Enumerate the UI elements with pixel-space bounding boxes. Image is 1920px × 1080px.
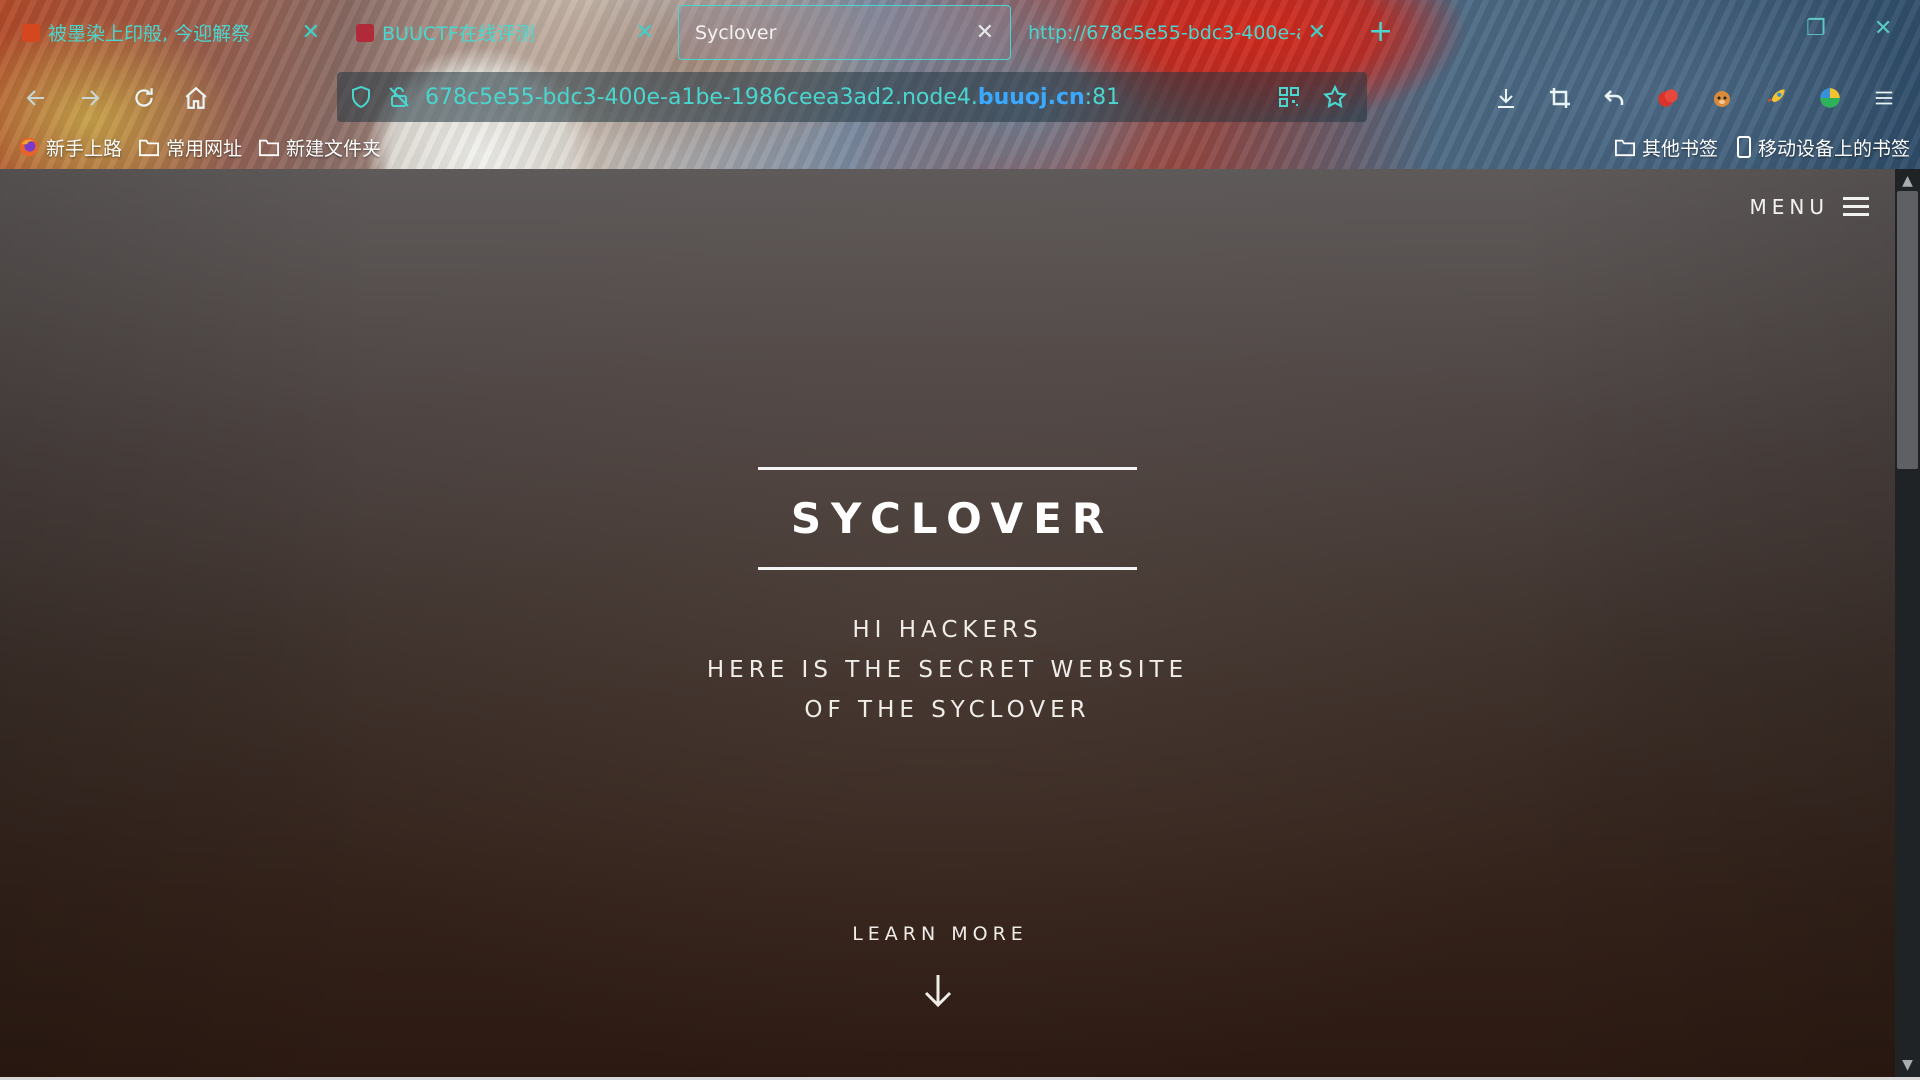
shield-icon[interactable] xyxy=(349,85,373,109)
home-icon xyxy=(185,86,207,109)
screenshot-crop-icon[interactable] xyxy=(1544,82,1576,114)
bookmark-folder-other[interactable]: 其他书签 xyxy=(1614,134,1718,160)
scrollbar[interactable]: ▲ ▼ xyxy=(1895,169,1920,1077)
tab-title: BUUCTF在线评测 xyxy=(382,23,535,45)
hero-subtitle-line: OF THE SYCLOVER xyxy=(804,697,1091,723)
home-button[interactable] xyxy=(180,82,212,114)
arrow-down-icon[interactable] xyxy=(920,971,956,1011)
close-icon[interactable]: ✕ xyxy=(976,20,994,45)
bookmark-folder[interactable]: 新建文件夹 xyxy=(258,134,381,160)
tab-2[interactable]: BUUCTF在线评测 ✕ xyxy=(340,5,670,60)
page-content: MENU SYCLOVER HI HACKERS HERE IS THE SEC… xyxy=(0,169,1895,1077)
close-icon[interactable]: ✕ xyxy=(1308,20,1326,45)
hero-title-box: SYCLOVER xyxy=(758,467,1137,570)
mobile-icon xyxy=(1737,136,1751,158)
learn-more-link[interactable]: LEARN MORE xyxy=(0,923,1880,945)
reload-button[interactable] xyxy=(128,82,160,114)
hamburger-icon xyxy=(1843,197,1869,217)
close-window-icon[interactable]: ✕ xyxy=(1874,16,1892,41)
close-icon[interactable]: ✕ xyxy=(302,20,320,45)
forward-button[interactable] xyxy=(74,82,106,114)
tab-favicon-icon xyxy=(356,23,374,42)
hero-subtitle-line: HERE IS THE SECRET WEBSITE xyxy=(706,657,1189,683)
insecure-lock-icon[interactable] xyxy=(387,85,411,109)
bookmark-item[interactable]: 新手上路 xyxy=(18,134,122,160)
close-icon[interactable]: ✕ xyxy=(636,20,654,45)
download-icon[interactable] xyxy=(1490,82,1522,114)
firefox-icon xyxy=(19,137,39,157)
url-text[interactable]: 678c5e55-bdc3-400e-a1be-1986ceea3ad2.nod… xyxy=(425,85,1275,110)
back-button[interactable] xyxy=(20,82,52,114)
undo-close-tab-icon[interactable] xyxy=(1598,82,1630,114)
tab-title: http://678c5e55-bdc3-400e-a1b xyxy=(1028,21,1300,44)
reload-icon xyxy=(135,88,153,107)
arrow-right-icon xyxy=(82,90,100,106)
folder-icon xyxy=(139,139,159,157)
bookmark-folder[interactable]: 常用网址 xyxy=(138,134,242,160)
browser-chrome: 被墨染上印般, 今迎解祭 ✕ BUUCTF在线评测 ✕ Syclover ✕ h… xyxy=(0,0,1920,169)
page-title: SYCLOVER xyxy=(790,494,1115,543)
extension-rocket-icon[interactable] xyxy=(1760,82,1792,114)
scroll-thumb[interactable] xyxy=(1897,191,1918,469)
scroll-up-icon[interactable]: ▲ xyxy=(1895,171,1920,191)
tab-3-active[interactable]: Syclover ✕ xyxy=(678,5,1011,60)
menu-button[interactable]: MENU xyxy=(1749,195,1869,219)
bookmark-star-icon[interactable] xyxy=(1321,83,1349,111)
scroll-down-icon[interactable]: ▼ xyxy=(1895,1055,1920,1075)
hero-subtitle-line: HI HACKERS xyxy=(852,617,1043,643)
extension-monkey-icon[interactable] xyxy=(1706,82,1738,114)
tab-title: Syclover xyxy=(695,21,777,44)
folder-icon xyxy=(1615,139,1635,157)
folder-icon xyxy=(259,139,279,157)
arrow-left-icon xyxy=(26,90,44,106)
extension-color-icon[interactable] xyxy=(1814,82,1846,114)
tab-1[interactable]: 被墨染上印般, 今迎解祭 ✕ xyxy=(6,5,336,60)
extension-red-icon[interactable] xyxy=(1652,82,1684,114)
bookmark-mobile[interactable]: 移动设备上的书签 xyxy=(1736,134,1910,160)
new-tab-button[interactable]: + xyxy=(1368,14,1393,49)
tab-title: 被墨染上印般, 今迎解祭 xyxy=(48,23,251,45)
url-bar[interactable]: 678c5e55-bdc3-400e-a1be-1986ceea3ad2.nod… xyxy=(337,72,1367,122)
restore-window-icon[interactable]: ❐ xyxy=(1806,16,1826,41)
tab-favicon-icon xyxy=(22,23,40,42)
qr-code-icon[interactable] xyxy=(1275,83,1303,111)
menu-hamburger-icon[interactable] xyxy=(1868,82,1900,114)
menu-label: MENU xyxy=(1749,195,1829,219)
tab-4[interactable]: http://678c5e55-bdc3-400e-a1b ✕ xyxy=(1012,5,1342,60)
